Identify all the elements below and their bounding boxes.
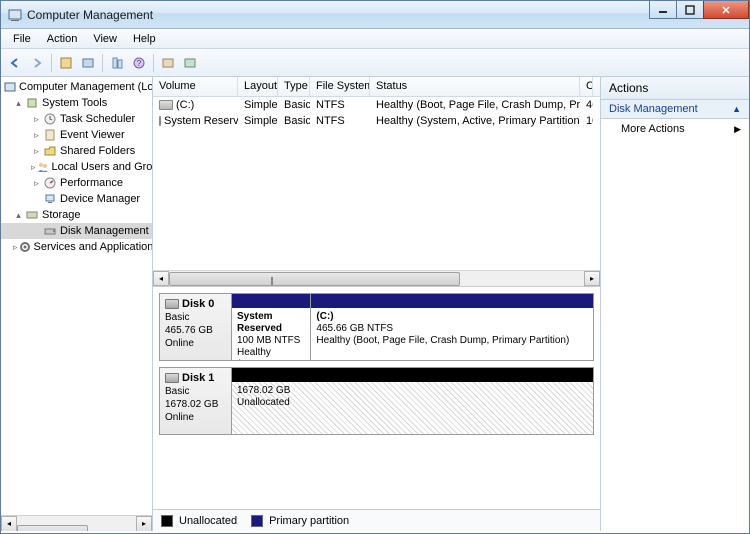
tree-storage[interactable]: ▴Storage bbox=[1, 207, 152, 223]
disk-graphical-view: Disk 0Basic465.76 GBOnlineSystem Reserve… bbox=[153, 287, 600, 509]
tree-task[interactable]: ▹Task Scheduler bbox=[1, 111, 152, 127]
menu-view[interactable]: View bbox=[85, 31, 125, 47]
toolbar-icon-1[interactable] bbox=[56, 53, 76, 73]
toolbar-icon-3[interactable] bbox=[158, 53, 178, 73]
volume-row[interactable]: System ReservedSimpleBasicNTFSHealthy (S… bbox=[153, 113, 600, 129]
tree-hscroll[interactable]: ◂▸ bbox=[1, 515, 152, 531]
col-layout[interactable]: Layout bbox=[238, 77, 278, 96]
disk-label[interactable]: Disk 0Basic465.76 GBOnline bbox=[160, 294, 232, 360]
legend: Unallocated Primary partition bbox=[153, 509, 600, 531]
refresh-button[interactable] bbox=[107, 53, 127, 73]
drive-icon bbox=[159, 100, 173, 110]
volume-list-header: Volume Layout Type File System Status C bbox=[153, 77, 600, 97]
tree-root[interactable]: Computer Management (Local bbox=[1, 79, 152, 95]
legend-primary-label: Primary partition bbox=[269, 515, 349, 527]
forward-button[interactable] bbox=[27, 53, 47, 73]
disk-row: Disk 0Basic465.76 GBOnlineSystem Reserve… bbox=[159, 293, 594, 361]
partition[interactable]: System Reserved100 MB NTFSHealthy (Syste… bbox=[232, 294, 311, 360]
actions-more[interactable]: More Actions ▶ bbox=[601, 119, 749, 139]
tree-devmgr[interactable]: Device Manager bbox=[1, 191, 152, 207]
menu-file[interactable]: File bbox=[5, 31, 39, 47]
partition[interactable]: (C:)465.66 GB NTFSHealthy (Boot, Page Fi… bbox=[311, 294, 593, 360]
legend-unalloc-swatch bbox=[161, 515, 173, 527]
toolbar-icon-4[interactable] bbox=[180, 53, 200, 73]
close-button[interactable] bbox=[703, 1, 749, 19]
center-pane: Volume Layout Type File System Status C … bbox=[153, 77, 601, 531]
minimize-button[interactable] bbox=[649, 1, 677, 19]
actions-pane: Actions Disk Management ▲ More Actions ▶ bbox=[601, 77, 749, 531]
menubar: File Action View Help bbox=[1, 29, 749, 49]
actions-header: Actions bbox=[601, 77, 749, 100]
tree-systools[interactable]: ▴System Tools bbox=[1, 95, 152, 111]
disk-icon bbox=[165, 299, 179, 309]
col-capacity[interactable]: C bbox=[580, 77, 593, 96]
menu-help[interactable]: Help bbox=[125, 31, 164, 47]
col-filesystem[interactable]: File System bbox=[310, 77, 370, 96]
tree-services[interactable]: ▹Services and Applications bbox=[1, 239, 152, 255]
maximize-button[interactable] bbox=[676, 1, 704, 19]
back-button[interactable] bbox=[5, 53, 25, 73]
svg-text:?: ? bbox=[137, 59, 142, 68]
col-volume[interactable]: Volume bbox=[153, 77, 238, 96]
collapse-icon: ▲ bbox=[732, 104, 741, 114]
app-icon bbox=[7, 7, 23, 23]
tree-perf[interactable]: ▹Performance bbox=[1, 175, 152, 191]
tree-event[interactable]: ▹Event Viewer bbox=[1, 127, 152, 143]
submenu-arrow-icon: ▶ bbox=[734, 124, 741, 135]
disk-label[interactable]: Disk 1Basic1678.02 GBOnline bbox=[160, 368, 232, 434]
actions-context[interactable]: Disk Management ▲ bbox=[601, 100, 749, 119]
drive-icon bbox=[159, 116, 161, 126]
volume-row[interactable]: (C:)SimpleBasicNTFSHealthy (Boot, Page F… bbox=[153, 97, 600, 113]
partition[interactable]: 1678.02 GBUnallocated bbox=[232, 368, 593, 434]
titlebar: Computer Management bbox=[1, 1, 749, 29]
tree-users[interactable]: ▹Local Users and Groups bbox=[1, 159, 152, 175]
volume-hscroll[interactable]: ◂▸ bbox=[153, 270, 600, 286]
legend-unalloc-label: Unallocated bbox=[179, 515, 237, 527]
col-type[interactable]: Type bbox=[278, 77, 310, 96]
tree-pane: Computer Management (Local ▴System Tools… bbox=[1, 77, 153, 531]
window-title: Computer Management bbox=[27, 8, 153, 22]
tree-shared[interactable]: ▹Shared Folders bbox=[1, 143, 152, 159]
help-button[interactable]: ? bbox=[129, 53, 149, 73]
tree-diskmgmt[interactable]: Disk Management bbox=[1, 223, 152, 239]
legend-primary-swatch bbox=[251, 515, 263, 527]
col-status[interactable]: Status bbox=[370, 77, 580, 96]
disk-row: Disk 1Basic1678.02 GBOnline1678.02 GBUna… bbox=[159, 367, 594, 435]
menu-action[interactable]: Action bbox=[39, 31, 86, 47]
toolbar-icon-2[interactable] bbox=[78, 53, 98, 73]
volume-list: Volume Layout Type File System Status C … bbox=[153, 77, 600, 287]
disk-icon bbox=[165, 373, 179, 383]
toolbar: ? bbox=[1, 49, 749, 77]
